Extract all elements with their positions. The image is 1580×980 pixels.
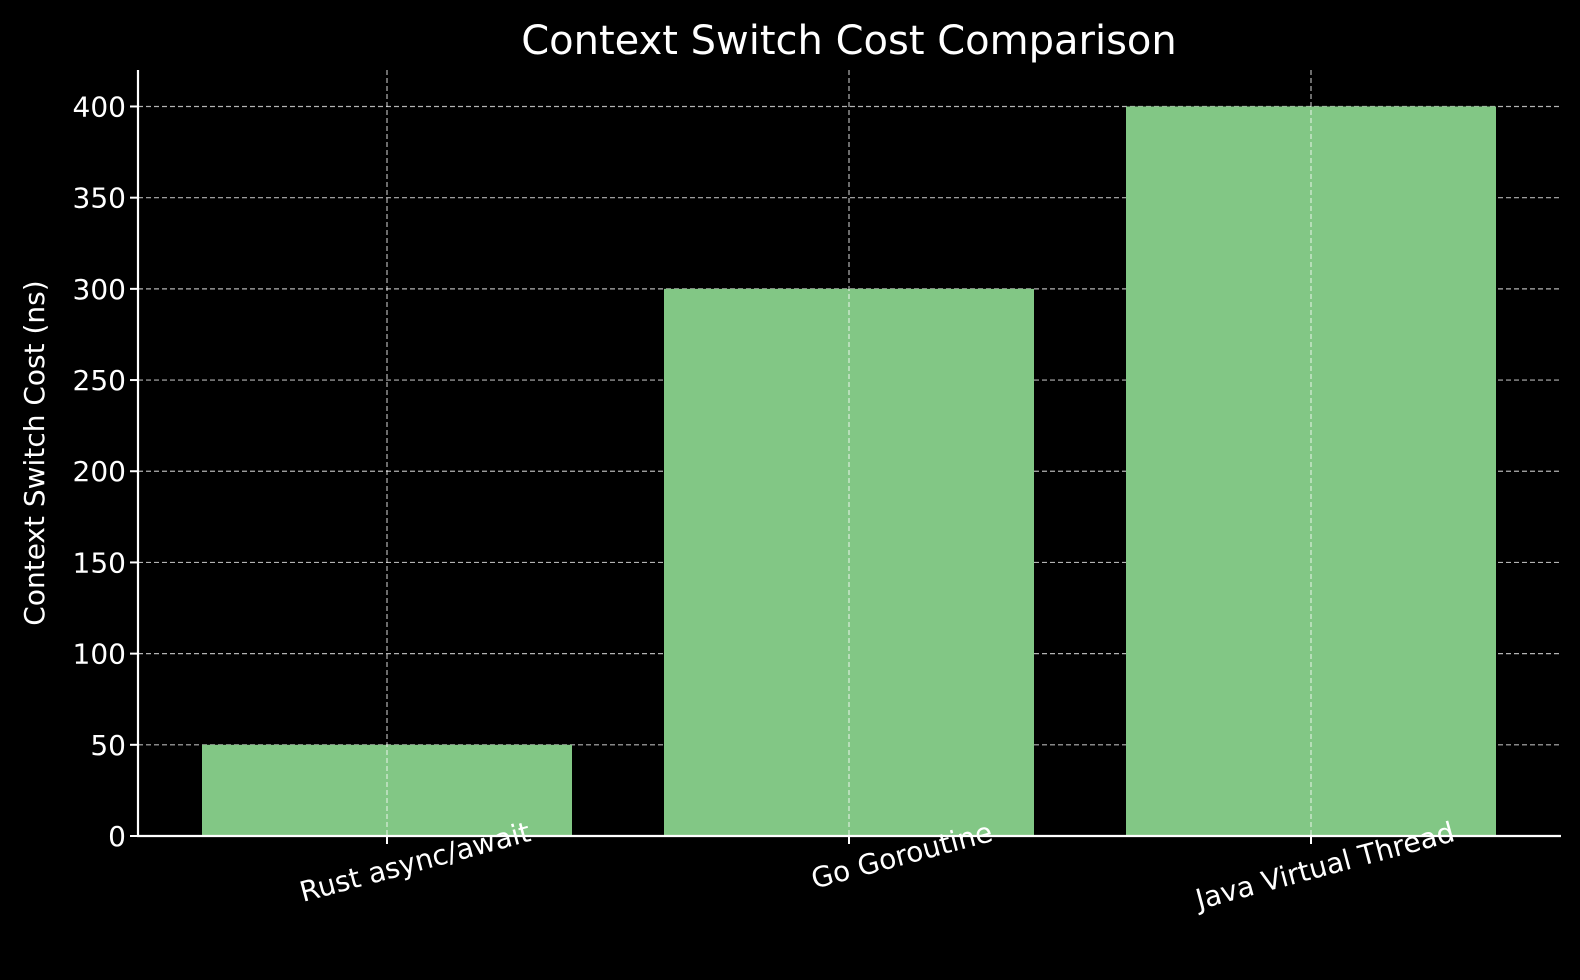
y-tick-label: 0 (108, 820, 126, 853)
bar-chart: Context Switch Cost Comparison Context S… (18, 18, 1561, 917)
chart-title: Context Switch Cost Comparison (521, 18, 1177, 64)
y-tick-label: 300 (73, 273, 126, 306)
y-tick-label: 200 (73, 455, 126, 488)
y-tick-label: 100 (73, 638, 126, 671)
y-tick-label: 50 (90, 729, 126, 762)
y-tick-label: 150 (73, 546, 126, 579)
y-axis-ticks: 0 50 100 150 200 250 300 350 400 (73, 90, 138, 853)
y-axis-label: Context Switch Cost (ns) (18, 280, 51, 625)
y-tick-label: 250 (73, 364, 126, 397)
y-tick-label: 350 (73, 182, 126, 215)
y-tick-label: 400 (73, 90, 126, 123)
chart-container: Context Switch Cost Comparison Context S… (0, 0, 1580, 980)
